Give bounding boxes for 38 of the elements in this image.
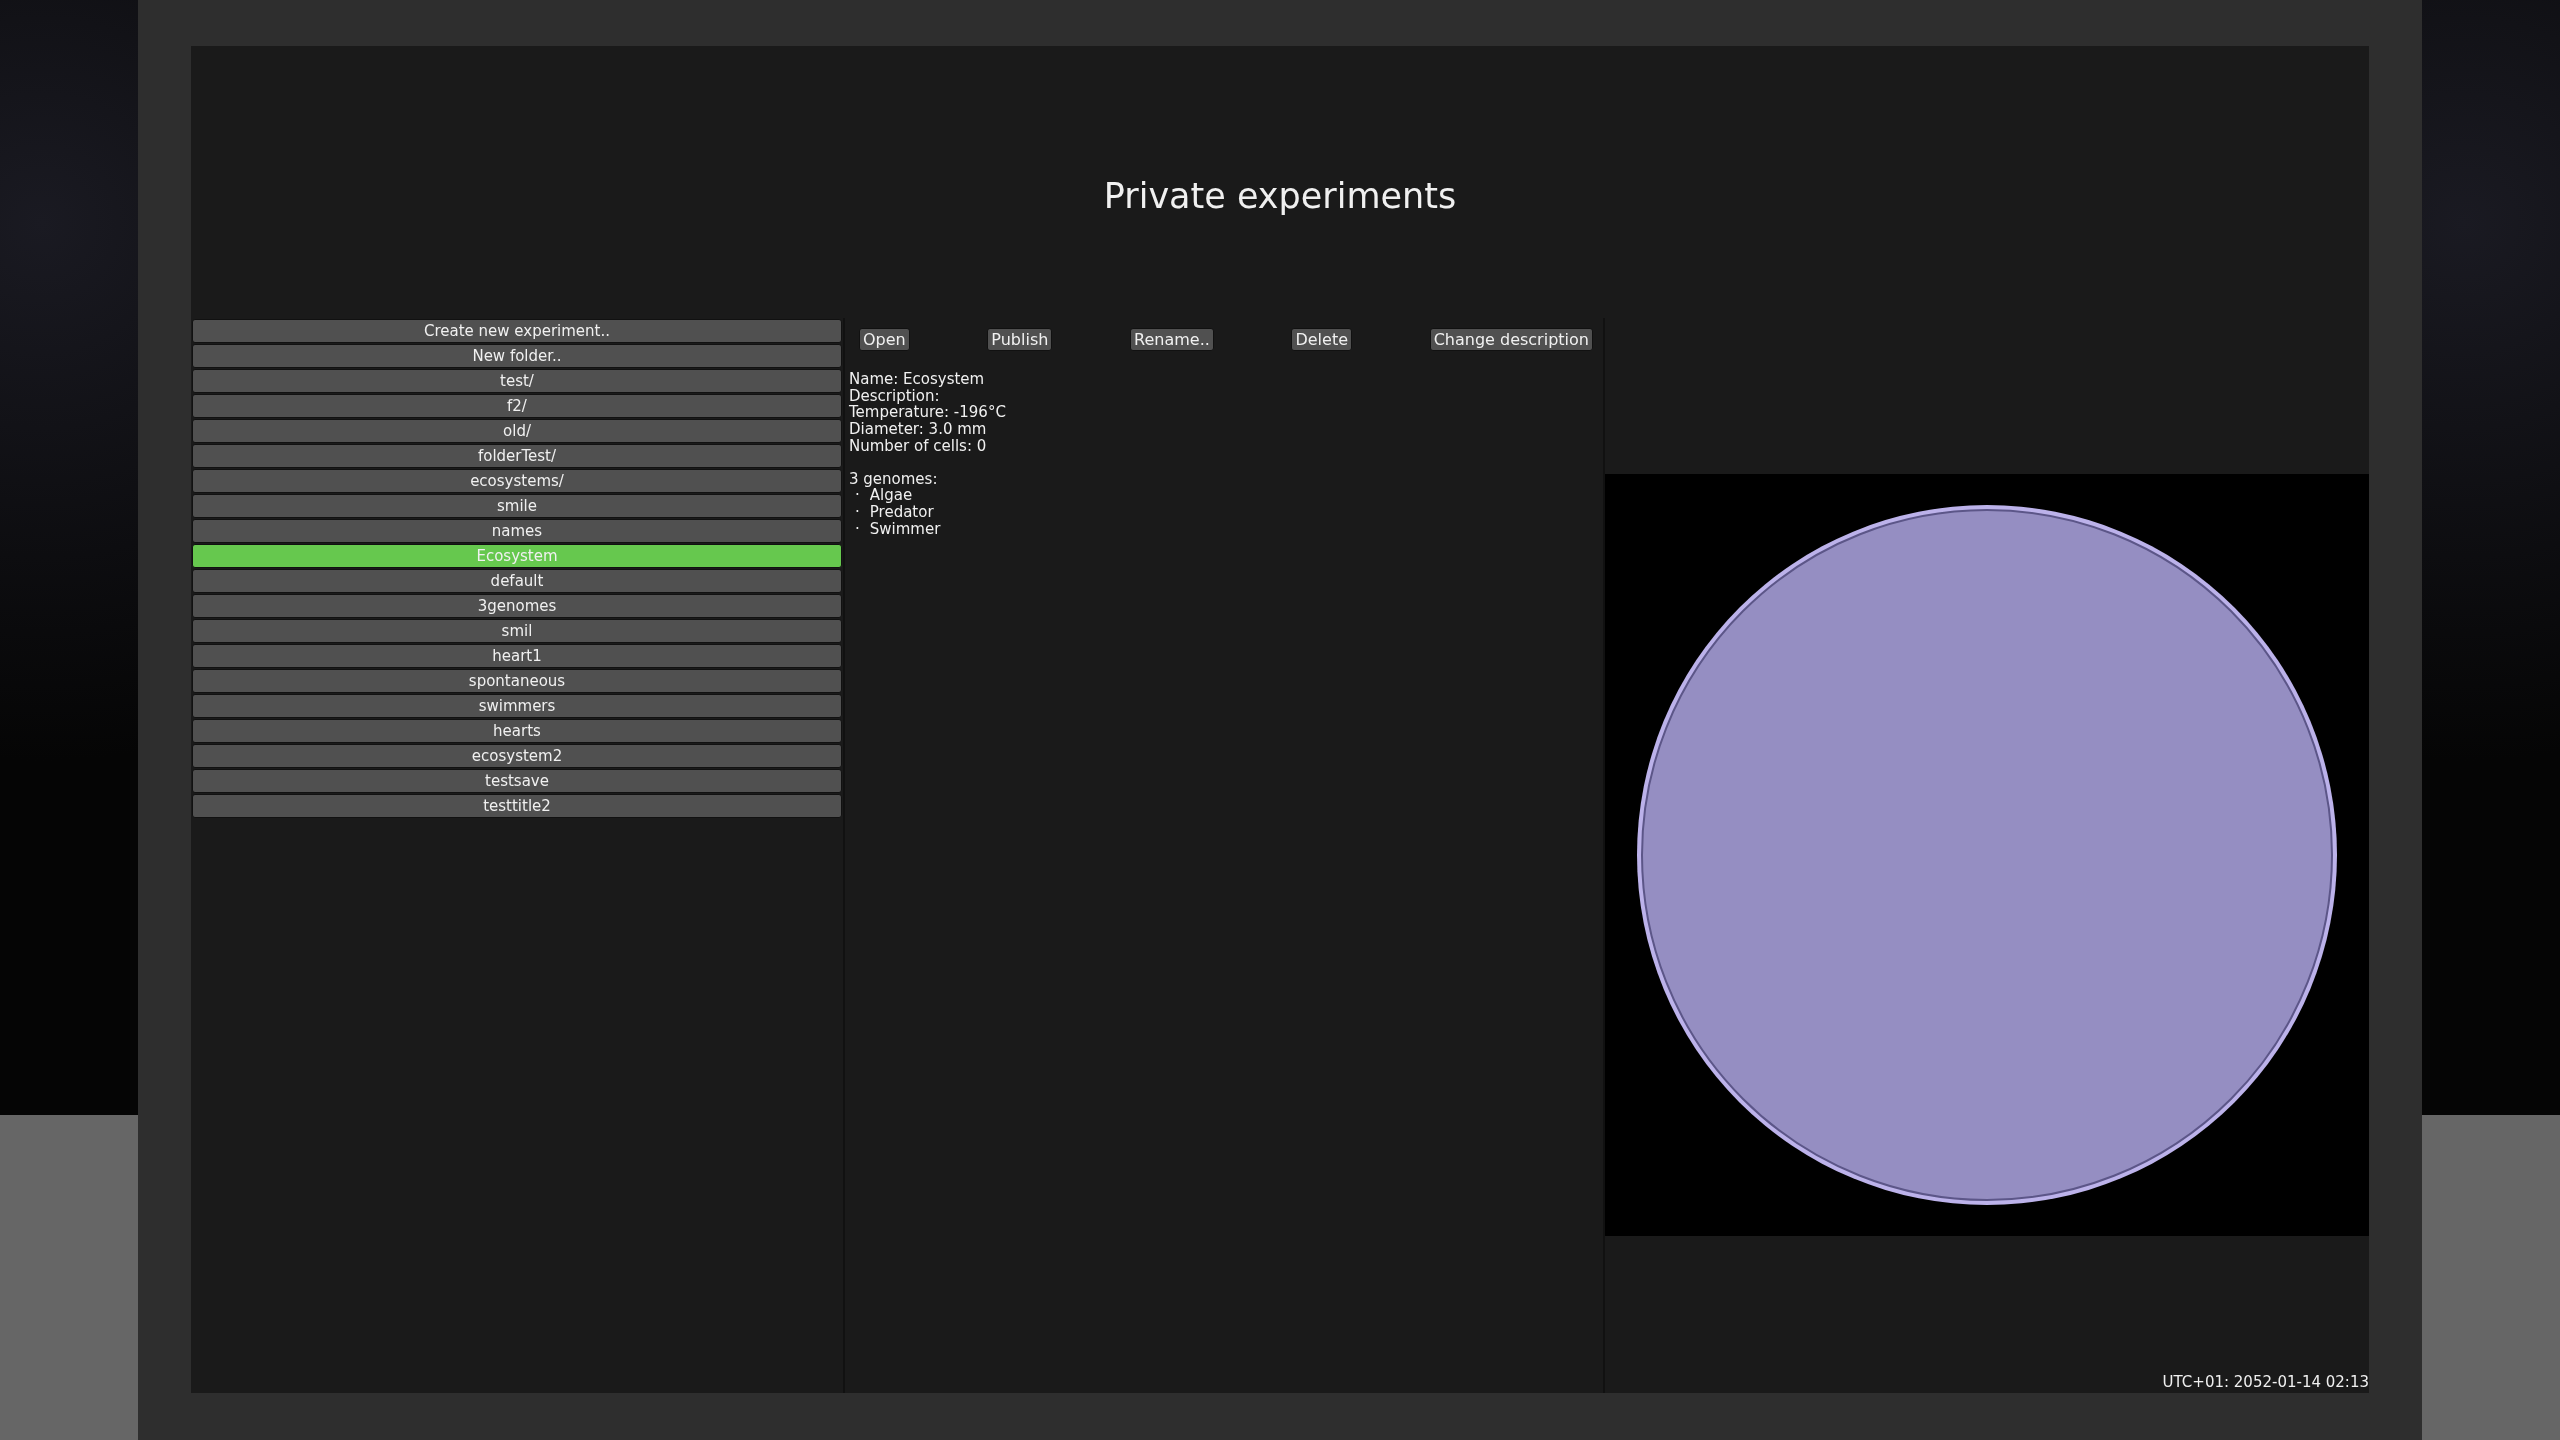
experiment-item[interactable]: smile bbox=[192, 494, 842, 518]
experiment-item[interactable]: old/ bbox=[192, 419, 842, 443]
window-title: Private experiments bbox=[1103, 176, 1457, 218]
action-button[interactable]: Change description bbox=[1429, 328, 1593, 351]
action-button[interactable]: Rename.. bbox=[1130, 328, 1214, 351]
experiment-item[interactable]: names bbox=[192, 519, 842, 543]
bullet-text: · bbox=[855, 503, 860, 521]
genomes-heading: 3 genomes: bbox=[849, 470, 938, 488]
experiment-item[interactable]: smil bbox=[192, 619, 842, 643]
bullet-text: · bbox=[855, 520, 860, 538]
experiment-item[interactable]: Create new experiment.. bbox=[192, 319, 842, 343]
detail-text: Number of cells: 0 bbox=[849, 437, 987, 455]
experiment-item[interactable]: f2/ bbox=[192, 394, 842, 418]
experiment-item[interactable]: heart1 bbox=[192, 644, 842, 668]
action-button[interactable]: Publish bbox=[987, 328, 1053, 351]
experiment-item[interactable]: spontaneous bbox=[192, 669, 842, 693]
experiment-item[interactable]: default bbox=[192, 569, 842, 593]
experiment-item[interactable]: testtitle2 bbox=[192, 794, 842, 818]
genome-name: Swimmer bbox=[869, 520, 941, 538]
experiment-item[interactable]: hearts bbox=[192, 719, 842, 743]
experiment-item[interactable]: New folder.. bbox=[192, 344, 842, 368]
detail-text: Temperature: -196°C bbox=[849, 404, 1006, 422]
experiment-item[interactable]: testsave bbox=[192, 769, 842, 793]
action-button[interactable]: Delete bbox=[1291, 328, 1352, 351]
action-button[interactable]: Open bbox=[859, 328, 910, 351]
bullet-text: · bbox=[855, 487, 860, 504]
detail-text: Name: Ecosystem bbox=[849, 371, 985, 388]
experiment-item[interactable]: test/ bbox=[192, 369, 842, 393]
genome-name: Predator bbox=[869, 503, 934, 521]
clock-text: UTC+01: 2052-01-14 02:13 bbox=[2162, 1373, 2369, 1393]
genome-name: Algae bbox=[869, 487, 913, 504]
experiment-item[interactable]: folderTest/ bbox=[192, 444, 842, 468]
experiment-item[interactable]: ecosystem2 bbox=[192, 744, 842, 768]
experiment-item[interactable]: swimmers bbox=[192, 694, 842, 718]
detail-text: Diameter: 3.0 mm bbox=[849, 421, 987, 438]
detail-text: Description: bbox=[849, 387, 940, 405]
experiment-item[interactable]: 3genomes bbox=[192, 594, 842, 618]
experiment-item[interactable]: ecosystems/ bbox=[192, 469, 842, 493]
